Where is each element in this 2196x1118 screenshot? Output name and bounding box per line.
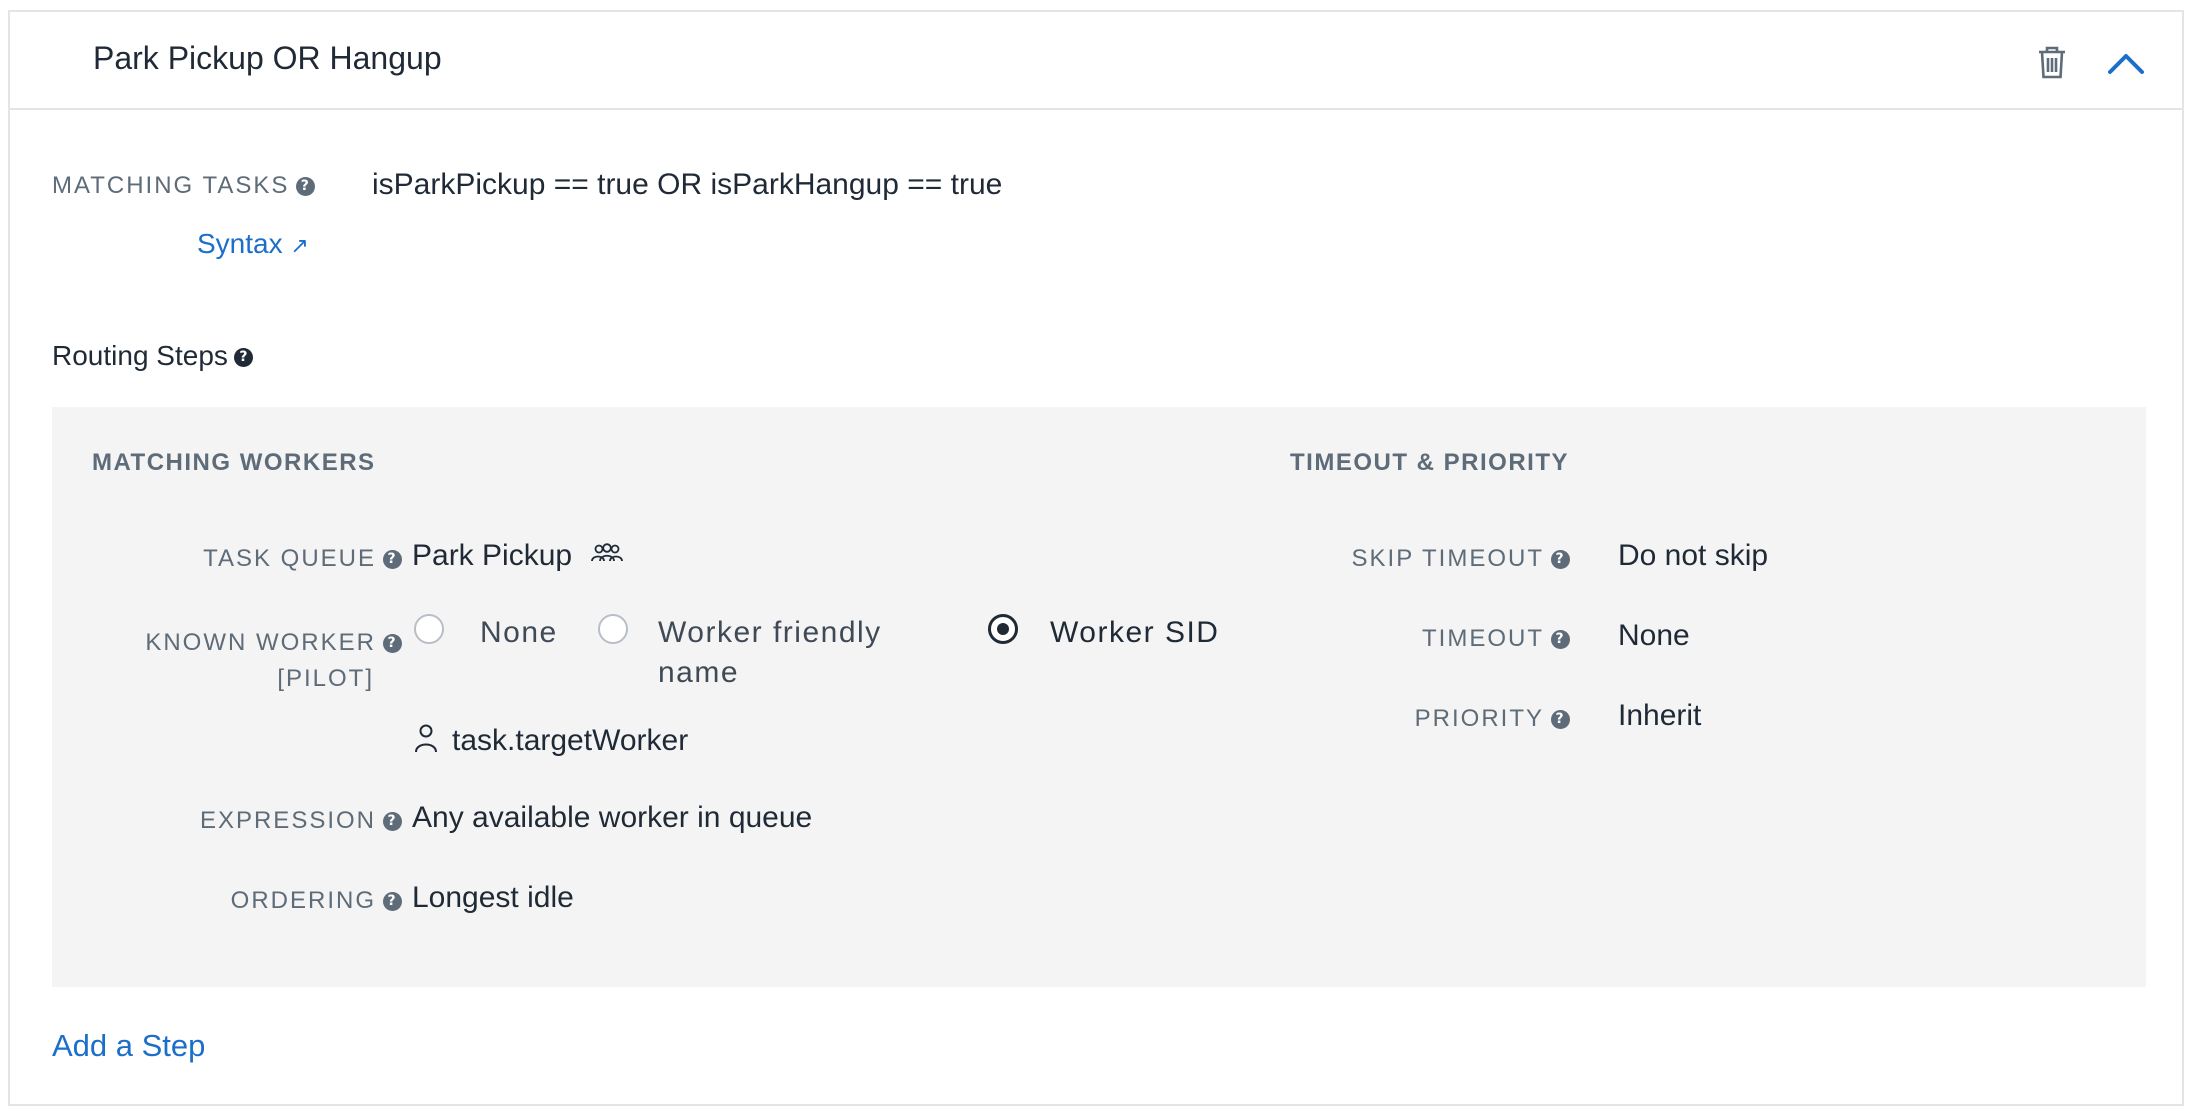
matching-workers-heading: MATCHING WORKERS [92,449,376,476]
help-icon[interactable]: ? [1551,550,1570,570]
help-icon[interactable]: ? [383,812,402,832]
radio-none[interactable] [414,614,444,644]
trash-icon[interactable] [2032,42,2072,82]
help-icon[interactable]: ? [296,177,316,197]
known-worker-value[interactable]: task.targetWorker [414,723,688,761]
filter-title: Park Pickup OR Hangup [93,40,442,76]
users-icon [590,540,624,574]
filter-card: Park Pickup OR Hangup MATCHING TASKS? is [8,10,2184,1106]
help-icon[interactable]: ? [383,634,402,654]
expression-label: EXPRESSION? [200,807,402,835]
filter-header[interactable]: Park Pickup OR Hangup [10,12,2182,110]
add-step-link[interactable]: Add a Step [52,1028,205,1064]
routing-steps-label: Routing Steps? [52,340,253,372]
radio-worker-sid-label[interactable]: Worker SID [1050,613,1219,653]
priority-label: PRIORITY? [1415,705,1570,733]
radio-none-label[interactable]: None [480,613,558,653]
priority-value[interactable]: Inherit [1618,699,1701,733]
skip-timeout-label: SKIP TIMEOUT? [1352,545,1570,573]
matching-tasks-label: MATCHING TASKS? [52,172,316,200]
syntax-link[interactable]: Syntax ↗ [197,228,309,260]
known-worker-label: KNOWN WORKER? [PILOT] [145,625,402,697]
task-queue-label: TASK QUEUE? [203,545,402,573]
ordering-value[interactable]: Longest idle [412,881,574,915]
help-icon[interactable]: ? [1551,710,1570,730]
user-icon [414,723,438,761]
routing-step-panel: MATCHING WORKERS TASK QUEUE? Park Pickup… [52,407,2146,987]
radio-worker-sid[interactable] [988,614,1018,644]
radio-worker-friendly-name[interactable] [598,614,628,644]
external-link-icon: ↗ [290,233,309,258]
skip-timeout-value[interactable]: Do not skip [1618,539,1768,573]
ordering-label: ORDERING? [231,887,402,915]
radio-worker-friendly-name-label[interactable]: Worker friendly name [658,613,882,693]
timeout-label: TIMEOUT? [1422,625,1570,653]
help-icon[interactable]: ? [1551,630,1570,650]
help-icon[interactable]: ? [383,550,402,570]
matching-tasks-expression[interactable]: isParkPickup == true OR isParkHangup == … [372,168,1002,202]
help-icon[interactable]: ? [383,892,402,912]
timeout-value[interactable]: None [1618,619,1690,653]
help-icon[interactable]: ? [233,348,253,368]
expression-value[interactable]: Any available worker in queue [412,801,812,835]
timeout-priority-heading: TIMEOUT & PRIORITY [1290,449,1569,476]
chevron-up-icon[interactable] [2104,42,2148,82]
task-queue-value[interactable]: Park Pickup [412,539,624,574]
